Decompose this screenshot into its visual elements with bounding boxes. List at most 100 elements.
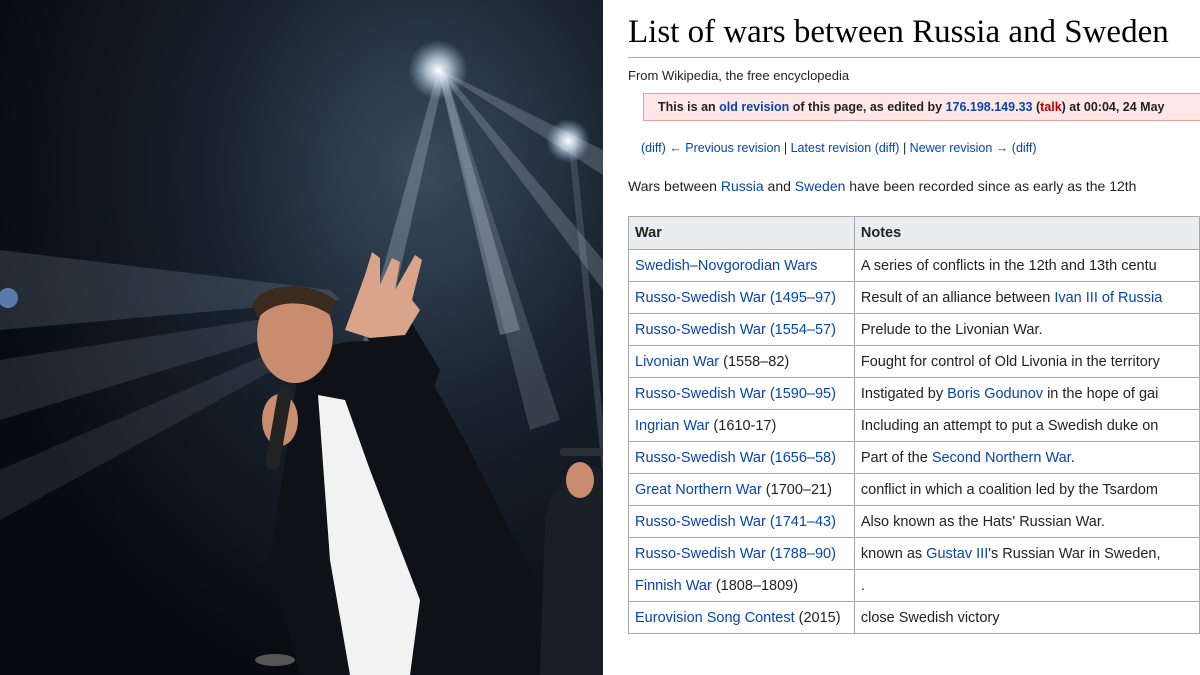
table-header-row: War Notes (628, 216, 1200, 250)
war-link[interactable]: Russo-Swedish War (1741–43) (635, 514, 836, 530)
editor-ip-link[interactable]: 176.198.149.33 (946, 100, 1033, 114)
table-row: Russo-Swedish War (1554–57) Prelude to t… (628, 313, 1200, 346)
table-row: Russo-Swedish War (1495–97) Result of an… (628, 281, 1200, 314)
intro-paragraph: Wars between Russia and Sweden have been… (628, 178, 1136, 194)
notes-cell: conflict in which a coalition led by the… (853, 473, 1200, 506)
war-cell: Russo-Swedish War (1495–97) (628, 281, 855, 314)
war-cell: Ingrian War (1610-17) (628, 409, 855, 442)
war-years: (2015) (794, 609, 841, 626)
intro-text: and (763, 178, 795, 194)
war-link[interactable]: Russo-Swedish War (1656–58) (635, 450, 836, 466)
column-header-war[interactable]: War (628, 216, 855, 250)
diff-link[interactable]: (diff) (871, 141, 900, 155)
war-link[interactable]: Russo-Swedish War (1495–97) (635, 290, 836, 306)
table-row: Livonian War (1558–82) Fought for contro… (628, 345, 1200, 378)
old-revision-notice: This is an old revision of this page, as… (643, 93, 1200, 121)
war-years: (1558–82) (719, 353, 790, 370)
separator: | (780, 141, 791, 155)
concert-photo (0, 0, 603, 675)
war-link[interactable]: Livonian War (635, 354, 719, 370)
title-divider (628, 57, 1200, 58)
spotlight (546, 119, 590, 163)
russia-link[interactable]: Russia (721, 178, 764, 194)
note-text: conflict in which a coalition led by the… (860, 481, 1159, 498)
war-cell: Russo-Swedish War (1788–90) (628, 537, 855, 570)
war-cell: Eurovision Song Contest (2015) (628, 601, 855, 634)
war-cell: Russo-Swedish War (1590–95) (628, 377, 855, 410)
newer-revision-link[interactable]: Newer revision → (910, 141, 1009, 155)
table-row: Great Northern War (1700–21) conflict in… (628, 473, 1200, 506)
note-text: . (860, 577, 865, 594)
war-link[interactable]: Russo-Swedish War (1788–90) (635, 546, 836, 562)
war-cell: Russo-Swedish War (1554–57) (628, 313, 855, 346)
tagline: From Wikipedia, the free encyclopedia (628, 68, 850, 83)
note-link[interactable]: Second Northern War (932, 450, 1071, 466)
note-text: Result of an alliance between (860, 289, 1055, 306)
note-text: A series of conflicts in the 12th and 13… (860, 257, 1157, 274)
note-text: . (1070, 449, 1075, 466)
table-row: Ingrian War (1610-17) Including an attem… (628, 409, 1200, 442)
diff-link[interactable]: (diff) (1008, 141, 1037, 155)
wikipedia-page: List of wars between Russia and Sweden F… (603, 0, 1200, 675)
notes-cell: Also known as the Hats' Russian War. (853, 505, 1200, 538)
musician-figure (540, 448, 603, 675)
intro-text: Wars between (628, 178, 721, 194)
note-link[interactable]: Ivan III of Russia (1054, 290, 1162, 306)
notice-text: This is an (658, 100, 720, 114)
notes-cell: close Swedish victory (853, 601, 1200, 634)
table-row: Russo-Swedish War (1788–90) known as Gus… (628, 537, 1200, 570)
war-cell: Russo-Swedish War (1741–43) (628, 505, 855, 538)
notice-text: ( (1032, 100, 1041, 114)
war-link[interactable]: Swedish–Novgorodian Wars (635, 258, 817, 274)
separator: | (899, 141, 910, 155)
talk-link[interactable]: talk (1040, 100, 1062, 114)
war-link[interactable]: Russo-Swedish War (1590–95) (635, 386, 836, 402)
table-row: Eurovision Song Contest (2015) close Swe… (628, 601, 1200, 634)
table-row: Finnish War (1808–1809) . (628, 569, 1200, 602)
notes-cell: Instigated by Boris Godunov in the hope … (853, 377, 1200, 410)
war-link[interactable]: Russo-Swedish War (1554–57) (635, 322, 836, 338)
column-header-notes[interactable]: Notes (853, 216, 1200, 250)
note-text: Also known as the Hats' Russian War. (860, 513, 1105, 530)
note-text: Including an attempt to put a Swedish du… (860, 417, 1159, 434)
war-years: (1808–1809) (711, 577, 799, 594)
notes-cell: . (853, 569, 1200, 602)
table-row: Swedish–Novgorodian Wars A series of con… (628, 249, 1200, 282)
notes-cell: Part of the Second Northern War. (853, 441, 1200, 474)
note-text: in the hope of gai (1043, 385, 1159, 402)
notes-cell: known as Gustav III's Russian War in Swe… (853, 537, 1200, 570)
war-cell: Swedish–Novgorodian Wars (628, 249, 855, 282)
notes-cell: Including an attempt to put a Swedish du… (853, 409, 1200, 442)
sweden-link[interactable]: Sweden (795, 178, 846, 194)
stage-fixture (255, 654, 295, 666)
revision-navigation: (diff) ← Previous revision | Latest revi… (641, 141, 1037, 155)
note-text: Instigated by (860, 385, 948, 402)
war-cell: Great Northern War (1700–21) (628, 473, 855, 506)
war-link[interactable]: Great Northern War (635, 482, 762, 498)
war-years: (1700–21) (761, 481, 832, 498)
notice-text: ) at 00:04, 24 May (1061, 100, 1165, 114)
intro-text: have been recorded since as early as the… (845, 178, 1137, 194)
war-cell: Livonian War (1558–82) (628, 345, 855, 378)
notice-text: of this page, as edited by (789, 100, 946, 114)
page-title: List of wars between Russia and Sweden (628, 14, 1169, 50)
old-revision-link[interactable]: old revision (719, 100, 789, 114)
diff-link[interactable]: (diff) (641, 141, 666, 155)
war-link[interactable]: Finnish War (635, 578, 712, 594)
note-text: Prelude to the Livonian War. (860, 321, 1043, 338)
war-link[interactable]: Eurovision Song Contest (635, 610, 795, 626)
note-text: Part of the (860, 449, 932, 466)
note-link[interactable]: Gustav III (926, 546, 988, 562)
table-row: Russo-Swedish War (1741–43) Also known a… (628, 505, 1200, 538)
war-cell: Russo-Swedish War (1656–58) (628, 441, 855, 474)
concert-photo-illustration (0, 40, 603, 675)
war-link[interactable]: Ingrian War (635, 418, 709, 434)
war-cell: Finnish War (1808–1809) (628, 569, 855, 602)
previous-revision-link[interactable]: ← Previous revision (666, 141, 780, 155)
notes-cell: Fought for control of Old Livonia in the… (853, 345, 1200, 378)
war-years: (1610-17) (709, 417, 777, 434)
notes-cell: A series of conflicts in the 12th and 13… (853, 249, 1200, 282)
latest-revision-link[interactable]: Latest revision (791, 141, 872, 155)
notes-cell: Prelude to the Livonian War. (853, 313, 1200, 346)
note-link[interactable]: Boris Godunov (947, 386, 1043, 402)
